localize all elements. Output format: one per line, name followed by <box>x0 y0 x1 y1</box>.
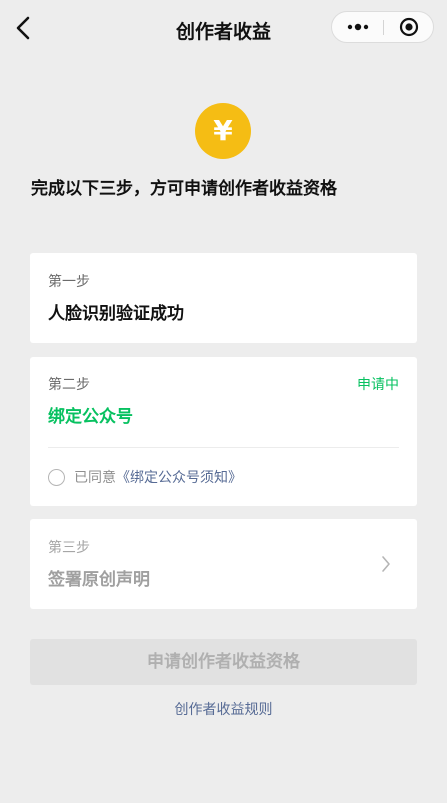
yuan-coin-icon: ¥ <box>195 103 251 159</box>
apply-eligibility-button[interactable]: 申请创作者收益资格 <box>30 639 417 685</box>
step-one-card: 第一步 人脸识别验证成功 <box>30 253 417 343</box>
step-two-title[interactable]: 绑定公众号 <box>48 405 133 429</box>
close-target-icon <box>399 17 419 37</box>
step-two-label: 第二步 <box>48 377 90 393</box>
agreement-link[interactable]: 《绑定公众号须知》 <box>116 467 242 487</box>
close-button[interactable] <box>384 12 434 42</box>
step-three-label: 第三步 <box>48 540 90 556</box>
more-button[interactable] <box>332 12 383 42</box>
step-one-title: 人脸识别验证成功 <box>48 304 184 324</box>
agree-radio[interactable] <box>48 468 65 486</box>
card-divider <box>48 447 399 448</box>
step-two-card: 第二步 申请中 绑定公众号 已同意 《绑定公众号须知》 <box>30 357 417 506</box>
navigation-bar: 创作者收益 <box>0 0 447 60</box>
mini-program-capsule <box>331 11 434 43</box>
step-two-status-badge: 申请中 <box>357 377 399 393</box>
chevron-right-icon <box>381 555 391 573</box>
requirements-headline: 完成以下三步，方可申请创作者收益资格 <box>31 179 337 199</box>
agree-text: 已同意 <box>74 470 116 486</box>
step-three-card[interactable]: 第三步 签署原创声明 <box>30 519 417 609</box>
agreement-row: 已同意 《绑定公众号须知》 <box>48 466 242 488</box>
rules-link[interactable]: 创作者收益规则 <box>0 700 447 720</box>
step-one-label: 第一步 <box>48 274 90 290</box>
more-dots-icon <box>347 23 368 31</box>
step-three-title: 签署原创声明 <box>48 570 150 590</box>
